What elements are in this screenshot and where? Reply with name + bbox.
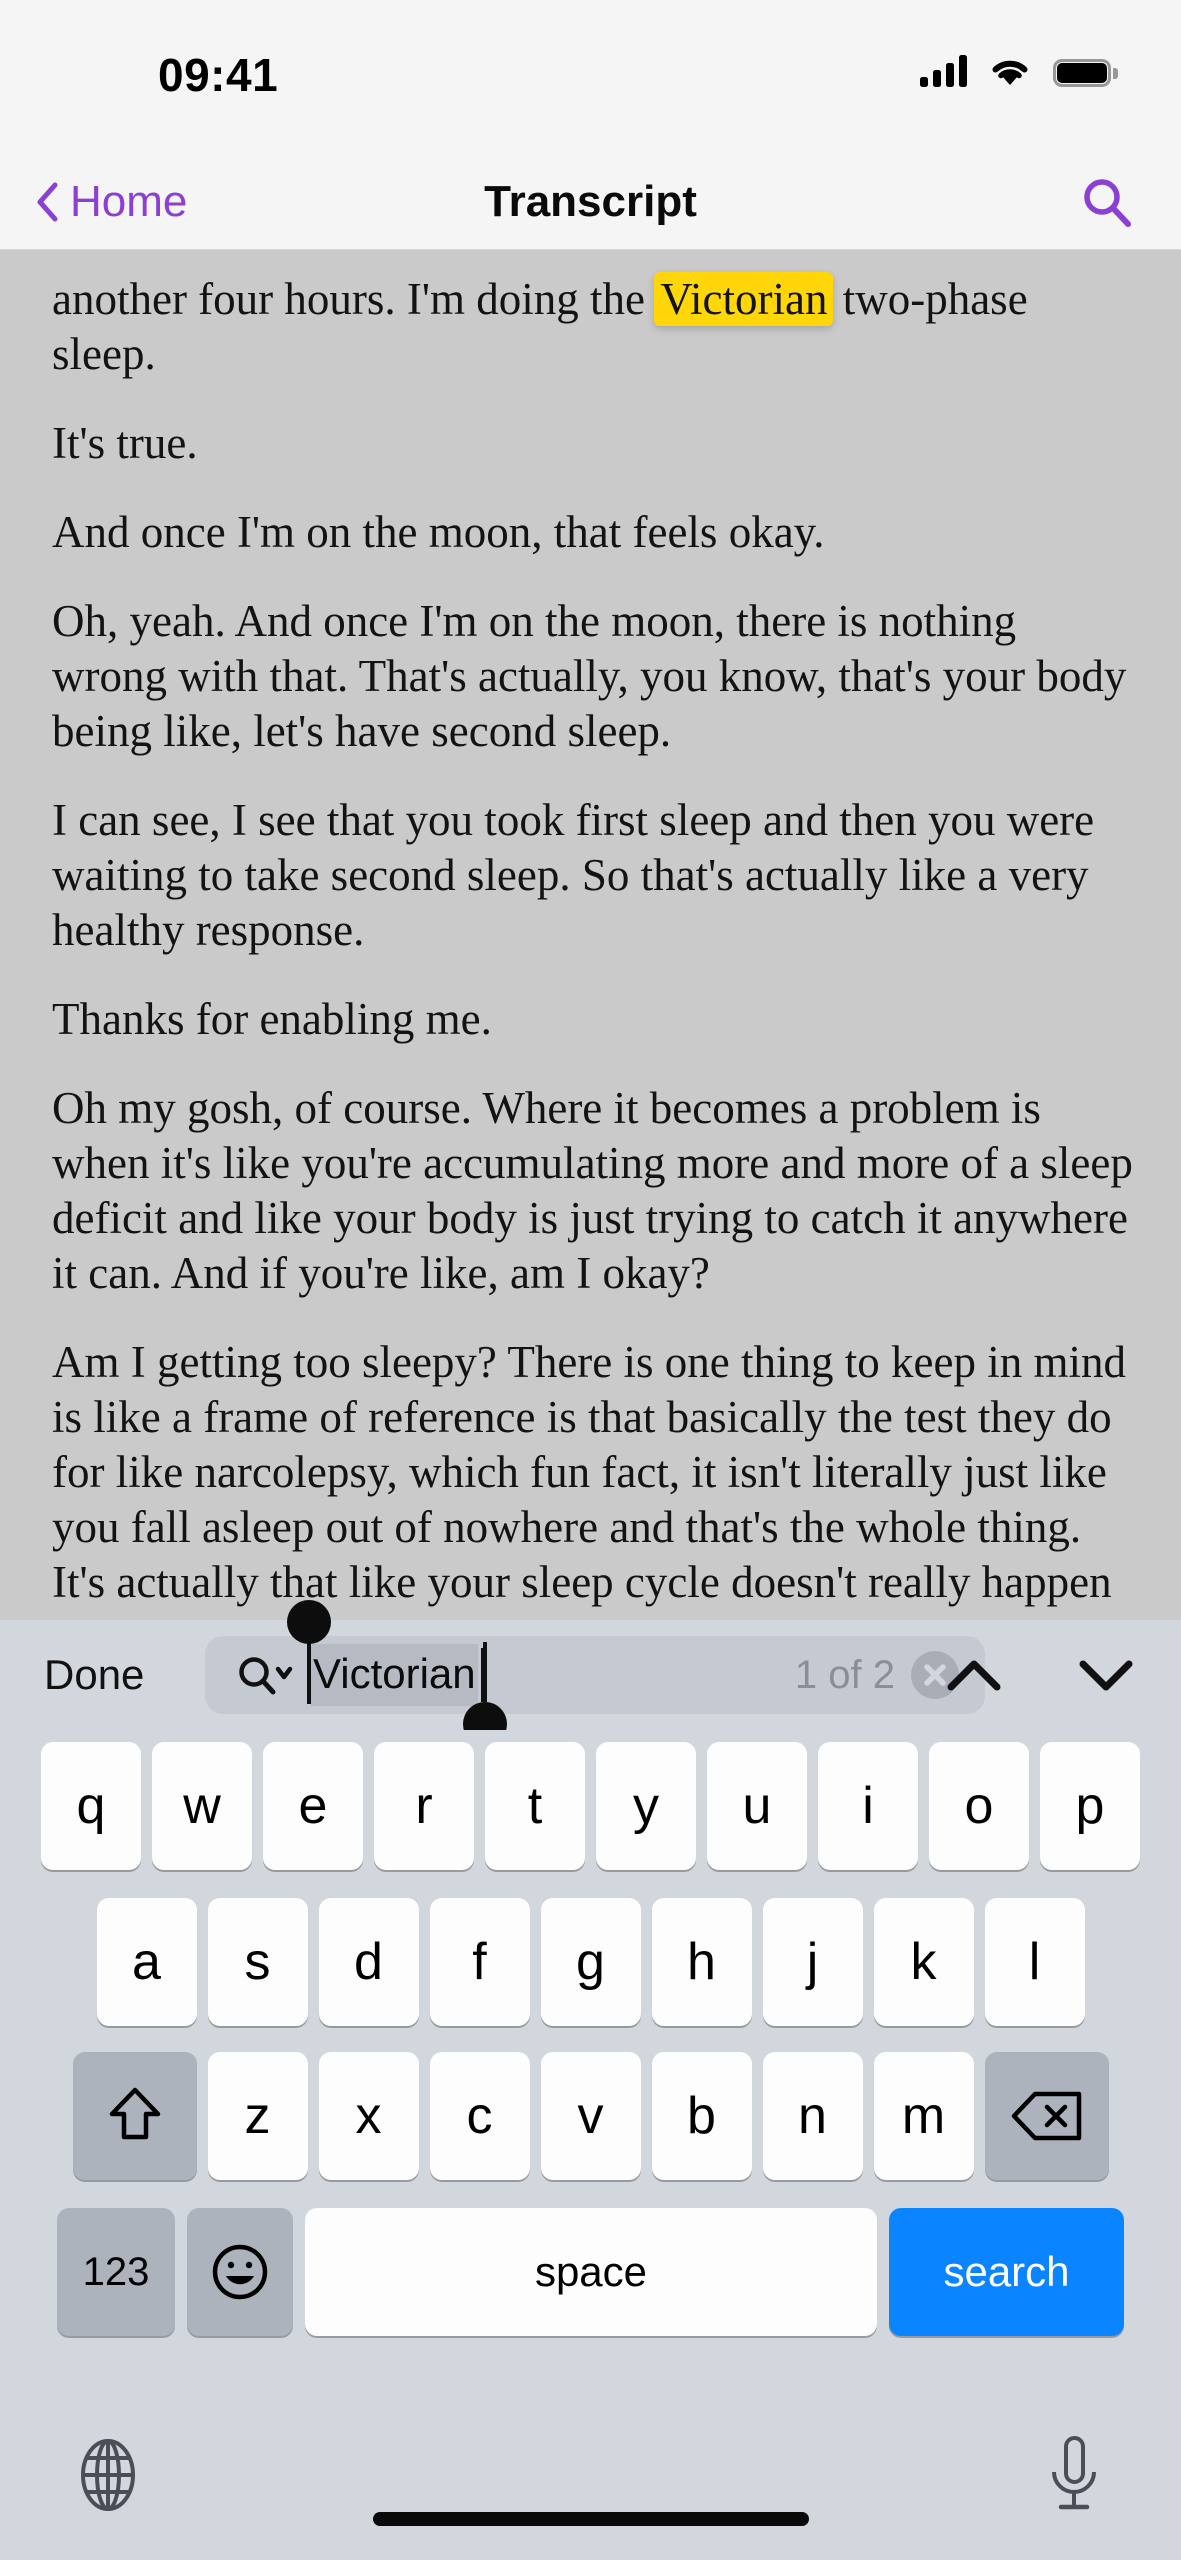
microphone-icon[interactable]: [1047, 2434, 1101, 2516]
key-m[interactable]: m: [873, 2052, 974, 2180]
key-b[interactable]: b: [651, 2052, 752, 2180]
emoji-key[interactable]: [187, 2208, 293, 2336]
key-h[interactable]: h: [651, 1898, 752, 2026]
key-u[interactable]: u: [707, 1742, 807, 1870]
key-t[interactable]: t: [485, 1742, 585, 1870]
key-l[interactable]: l: [984, 1898, 1085, 2026]
battery-full-icon: [1053, 59, 1118, 87]
paragraph-text-before: another four hours. I'm doing the: [52, 274, 657, 324]
transcript-paragraph: another four hours. I'm doing the Victor…: [52, 272, 1133, 382]
find-query-text[interactable]: Victorian: [287, 1600, 507, 1746]
keyboard-bottom-bar: [0, 2430, 1181, 2560]
shift-key[interactable]: [72, 2052, 197, 2180]
keyboard-row-3: z x c v b n m: [0, 2052, 1181, 2180]
key-o[interactable]: o: [929, 1742, 1029, 1870]
transcript-paragraph: And once I'm on the moon, that feels oka…: [52, 507, 825, 557]
search-icon[interactable]: [1081, 176, 1133, 228]
home-indicator[interactable]: [372, 2512, 809, 2526]
find-bar: Done Victorian 1 of 2: [0, 1600, 1181, 1746]
emoji-smiley-icon: [212, 2244, 268, 2300]
globe-icon[interactable]: [72, 2436, 144, 2514]
key-n[interactable]: n: [762, 2052, 863, 2180]
key-z[interactable]: z: [207, 2052, 308, 2180]
find-query-value: Victorian: [313, 1650, 476, 1697]
key-r[interactable]: r: [374, 1742, 474, 1870]
keyboard-row-1: q w e r t y u i o p: [0, 1742, 1181, 1870]
key-q[interactable]: q: [41, 1742, 141, 1870]
transcript-paragraph: It's true.: [52, 418, 198, 468]
key-k[interactable]: k: [873, 1898, 974, 2026]
chevron-up-icon[interactable]: [945, 1655, 1003, 1695]
transcript-paragraph: Oh, yeah. And once I'm on the moon, ther…: [52, 596, 1127, 756]
search-match-highlight: Victorian: [654, 272, 834, 326]
selection-handle-end[interactable]: [462, 1642, 507, 1746]
transcript-content[interactable]: another four hours. I'm doing the Victor…: [0, 250, 1181, 1620]
search-return-key[interactable]: search: [889, 2208, 1124, 2336]
key-y[interactable]: y: [596, 1742, 696, 1870]
onscreen-keyboard: q w e r t y u i o p a s d f g h j k l z …: [0, 1730, 1181, 2430]
find-navigation-controls: [945, 1655, 1135, 1695]
wifi-icon: [992, 60, 1028, 85]
page-title: Transcript: [484, 177, 697, 226]
space-key[interactable]: space: [305, 2208, 877, 2336]
key-p[interactable]: p: [1040, 1742, 1140, 1870]
key-c[interactable]: c: [429, 2052, 530, 2180]
phone-screen: 09:41 Home Transcript another four hours…: [0, 0, 1181, 2560]
key-g[interactable]: g: [540, 1898, 641, 2026]
keyboard-row-4: 123 space search: [0, 2208, 1181, 2336]
backspace-icon: [1011, 2091, 1081, 2141]
transcript-paragraph: Am I getting too sleepy? There is one th…: [52, 1337, 1126, 1620]
status-time: 09:41: [158, 49, 279, 101]
find-query-wrap[interactable]: Victorian: [287, 1600, 795, 1746]
match-count-label: 1 of 2: [794, 1652, 895, 1697]
key-d[interactable]: d: [318, 1898, 419, 2026]
chevron-down-icon[interactable]: [1077, 1655, 1135, 1695]
key-v[interactable]: v: [540, 2052, 641, 2180]
navigation-bar: Home Transcript: [0, 155, 1181, 250]
key-f[interactable]: f: [429, 1898, 530, 2026]
transcript-paragraph: I can see, I see that you took first sle…: [52, 795, 1095, 955]
key-s[interactable]: s: [207, 1898, 308, 2026]
cellular-bars-icon: [920, 55, 967, 87]
key-j[interactable]: j: [762, 1898, 863, 2026]
numbers-key[interactable]: 123: [57, 2208, 175, 2336]
search-dropdown-icon[interactable]: [237, 1653, 293, 1697]
key-a[interactable]: a: [96, 1898, 197, 2026]
transcript-paragraph: Thanks for enabling me.: [52, 994, 492, 1044]
find-input-field[interactable]: Victorian 1 of 2: [205, 1600, 985, 1746]
key-i[interactable]: i: [818, 1742, 918, 1870]
key-e[interactable]: e: [263, 1742, 363, 1870]
key-w[interactable]: w: [152, 1742, 252, 1870]
keyboard-row-2: a s d f g h j k l: [0, 1898, 1181, 2026]
transcript-paragraph: Oh my gosh, of course. Where it becomes …: [52, 1083, 1133, 1298]
selection-handle-start[interactable]: [287, 1600, 331, 1704]
backspace-key[interactable]: [984, 2052, 1109, 2180]
shift-arrow-icon: [109, 2087, 160, 2140]
status-bar: 09:41: [0, 0, 1181, 155]
done-button[interactable]: Done: [44, 1651, 144, 1699]
key-x[interactable]: x: [318, 2052, 419, 2180]
status-indicators: [920, 55, 1118, 87]
